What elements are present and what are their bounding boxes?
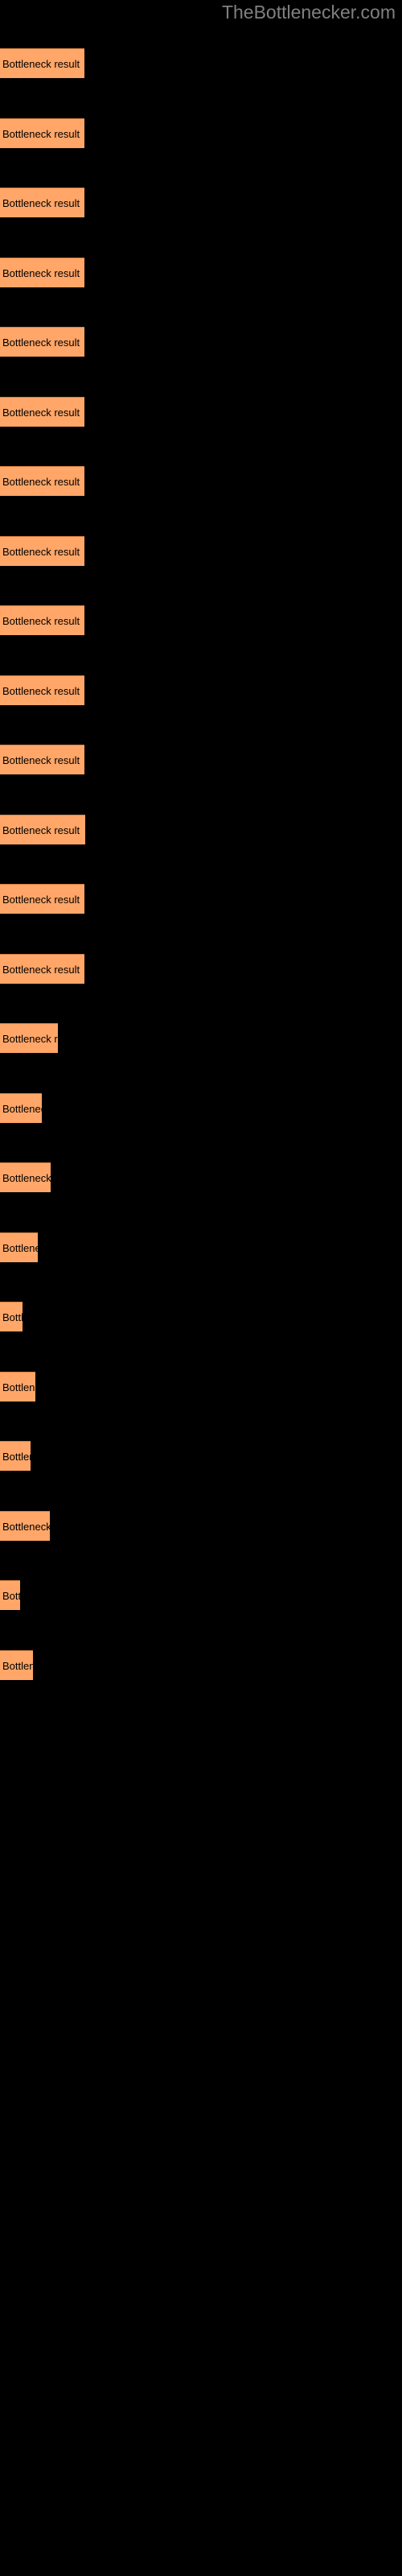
bottleneck-result-bar[interactable]: Bottleneck result [0, 815, 85, 844]
bar-label: Bottleneck result [2, 128, 80, 140]
bar-row[interactable]: Bottleneck result [0, 954, 84, 984]
bottleneck-result-bar[interactable]: Bottleneck result [0, 1232, 38, 1262]
bottleneck-bar-chart: Bottleneck result Bottleneck result Bottle… [0, 0, 402, 1723]
bottleneck-result-bar[interactable]: Bottleneck result [0, 536, 84, 566]
bar-label: Bottleneck result [2, 1451, 31, 1463]
bottleneck-result-bar[interactable]: Bottleneck result [0, 605, 84, 635]
bar-label: Bottleneck result [2, 615, 80, 627]
bottleneck-result-bar[interactable]: Bottleneck result [0, 188, 84, 217]
bar-row[interactable]: Bottleneck result [0, 1093, 42, 1123]
bar-row[interactable]: Bottleneck result [0, 1232, 38, 1262]
bar-row[interactable]: Bottleneck result [0, 1580, 20, 1610]
bar-row[interactable]: Bottleneck result [0, 118, 84, 148]
bar-label: Bottleneck result [2, 197, 80, 209]
bottleneck-result-bar[interactable]: Bottleneck result [0, 954, 84, 984]
bottleneck-result-bar[interactable]: Bottleneck result [0, 745, 84, 774]
bottleneck-result-bar[interactable]: Bottleneck result [0, 258, 84, 287]
bar-row[interactable]: Bottleneck result [0, 1650, 33, 1680]
bottleneck-result-bar[interactable]: Bottleneck result [0, 1302, 23, 1331]
bar-label: Bottleneck result [2, 1172, 51, 1184]
bottleneck-result-bar[interactable]: Bottleneck result [0, 1162, 51, 1192]
bottleneck-result-bar[interactable]: Bottleneck result [0, 327, 84, 357]
bar-label: Bottleneck result [2, 1590, 20, 1602]
bottleneck-result-bar[interactable]: Bottleneck result [0, 118, 84, 148]
bottleneck-result-bar[interactable]: Bottleneck result [0, 1441, 31, 1471]
bar-label: Bottleneck result [2, 964, 80, 976]
bar-row[interactable]: Bottleneck result [0, 397, 84, 427]
bottleneck-result-bar[interactable]: Bottleneck result [0, 1580, 20, 1610]
bottleneck-result-bar[interactable]: Bottleneck result [0, 1511, 50, 1541]
bar-row[interactable]: Bottleneck result [0, 48, 84, 78]
bar-row[interactable]: Bottleneck result [0, 1302, 23, 1331]
bottleneck-result-bar[interactable]: Bottleneck result [0, 48, 84, 78]
bar-row[interactable]: Bottleneck result [0, 536, 84, 566]
bar-label: Bottleneck result [2, 1311, 23, 1323]
bar-row[interactable]: Bottleneck result [0, 884, 84, 914]
bottleneck-result-bar[interactable]: Bottleneck result [0, 1023, 58, 1053]
bar-row[interactable]: Bottleneck result [0, 466, 84, 496]
bar-row[interactable]: Bottleneck result [0, 188, 84, 217]
bar-row[interactable]: Bottleneck result [0, 675, 84, 705]
bar-row[interactable]: Bottleneck result [0, 1162, 51, 1192]
bottleneck-result-bar[interactable]: Bottleneck result [0, 1372, 35, 1402]
bar-row[interactable]: Bottleneck result [0, 1511, 50, 1541]
bar-label: Bottleneck result [2, 58, 80, 70]
bar-row[interactable]: Bottleneck result [0, 1441, 31, 1471]
bar-label: Bottleneck result [2, 476, 80, 488]
bar-label: Bottleneck result [2, 1103, 42, 1115]
bar-label: Bottleneck result [2, 546, 80, 558]
bar-label: Bottleneck result [2, 894, 80, 906]
bar-label: Bottleneck result [2, 267, 80, 279]
bar-row[interactable]: Bottleneck result [0, 745, 84, 774]
bar-label: Bottleneck result [2, 824, 80, 836]
bar-row[interactable]: Bottleneck result [0, 605, 84, 635]
bar-row[interactable]: Bottleneck result [0, 258, 84, 287]
bottleneck-result-bar[interactable]: Bottleneck result [0, 884, 84, 914]
bar-label: Bottleneck result [2, 336, 80, 349]
bar-label: Bottleneck result [2, 1033, 58, 1045]
bar-row[interactable]: Bottleneck result [0, 1023, 58, 1053]
bar-row[interactable]: Bottleneck result [0, 327, 84, 357]
bar-label: Bottleneck result [2, 1521, 50, 1533]
bar-label: Bottleneck result [2, 1242, 38, 1254]
bottleneck-result-bar[interactable]: Bottleneck result [0, 1650, 33, 1680]
bar-label: Bottleneck result [2, 1660, 33, 1672]
bar-label: Bottleneck result [2, 754, 80, 766]
bar-label: Bottleneck result [2, 1381, 35, 1393]
bottleneck-result-bar[interactable]: Bottleneck result [0, 1093, 42, 1123]
bar-row[interactable]: Bottleneck result [0, 1372, 35, 1402]
bottleneck-result-bar[interactable]: Bottleneck result [0, 675, 84, 705]
bar-row[interactable]: Bottleneck result [0, 815, 85, 844]
bar-label: Bottleneck result [2, 685, 80, 697]
bar-label: Bottleneck result [2, 407, 80, 419]
bottleneck-result-bar[interactable]: Bottleneck result [0, 466, 84, 496]
bottleneck-result-bar[interactable]: Bottleneck result [0, 397, 84, 427]
